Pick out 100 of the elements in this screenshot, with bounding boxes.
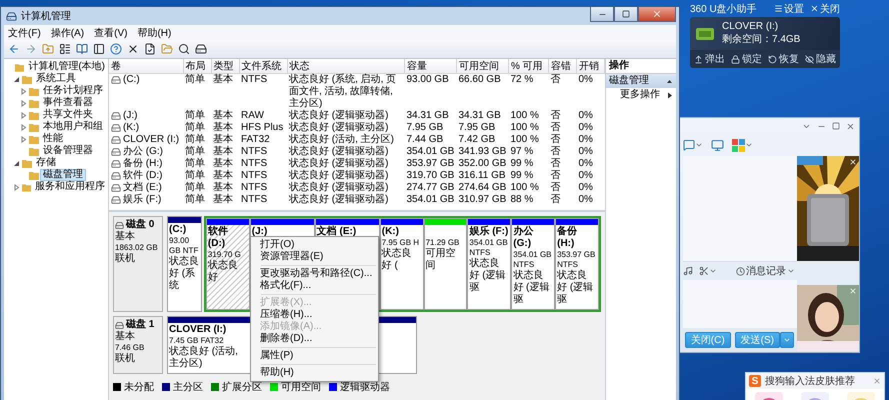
partition-size: 354.01 GB NTFS	[513, 250, 553, 270]
table-cell: 93.00 GB	[404, 74, 456, 110]
table-cell-text: NTFS	[240, 146, 268, 158]
partition-status: 状态良好 (逻辑驱	[557, 270, 594, 306]
table-cell-text: 否	[550, 158, 562, 170]
table-cell-text: NTFS	[240, 194, 268, 206]
table-cell: NTFS	[239, 74, 287, 110]
disk-status: 联机	[115, 353, 136, 365]
free-space: 剩余空间：7.4GB	[722, 34, 800, 46]
partition-name: CLOVER (I:)	[169, 324, 228, 336]
table-cell-text: FAT32	[240, 134, 271, 146]
table-cell-text: 100 %	[510, 182, 540, 194]
partition-size: 319.70 G	[208, 250, 242, 260]
table-cell-text: 基本	[212, 122, 234, 134]
table-cell-text: 基本	[212, 134, 234, 146]
table-cell-text: 0%	[578, 122, 594, 134]
table-cell-text: 否	[550, 194, 562, 206]
legend-label: 未分配	[124, 380, 154, 394]
table-cell-text: 软件 (D:)	[123, 170, 162, 182]
table-cell-text: 310.97 GB	[458, 194, 508, 206]
table-cell-text: 99 %	[510, 158, 534, 170]
table-cell-text: 简单	[184, 182, 206, 194]
table-cell-text: CLOVER (I:)	[123, 134, 180, 146]
partition-status: 状态良好 (	[382, 248, 413, 272]
table-cell: 66.60 GB	[456, 74, 508, 110]
table-cell-text: RAW	[240, 110, 264, 122]
table-cell-text: 基本	[212, 194, 234, 206]
table-cell-text: 0%	[578, 170, 594, 182]
disk-label: 磁盘 0	[126, 219, 154, 230]
table-cell-text: 简单	[184, 170, 206, 182]
table-cell-text: 基本	[212, 182, 234, 194]
widget-title: 360 U盘小助手	[690, 2, 757, 16]
popup-title: 搜狗输入法皮肤推荐	[765, 374, 855, 388]
partition-size: 354.01 GB NTFS	[469, 238, 509, 258]
table-cell-text: 341.93 GB	[458, 146, 508, 158]
table-cell-text: 基本	[212, 158, 234, 170]
table-cell-text: 状态良好 (逻辑驱动器)	[288, 170, 390, 182]
legend-label: 可用空间	[281, 381, 321, 394]
table-cell-text: NTFS	[240, 170, 268, 182]
partition-name: (K:)	[382, 226, 400, 238]
table-cell-text: 否	[550, 134, 562, 146]
table-cell-text: 0%	[578, 146, 594, 158]
table-cell-text: 100 %	[510, 110, 540, 122]
table-cell-text: 354.01 GB	[406, 194, 456, 206]
partition-status: 状态良好 (逻辑驱	[469, 258, 507, 294]
partition-status: 状态良好 (逻辑驱	[513, 270, 550, 306]
table-cell-text: 否	[550, 170, 562, 182]
partition-status: 可用空间	[426, 248, 457, 272]
table-cell-text: 7.44 GB	[406, 134, 444, 146]
table-cell: 0%	[576, 74, 604, 110]
table-cell-text: 0%	[578, 194, 594, 206]
logo: S	[749, 375, 761, 387]
partition-size: 93.00 GB NTF	[169, 236, 200, 256]
legend-label: 逻辑驱动器	[340, 381, 390, 394]
partition-name: 软件 (D:)	[208, 226, 229, 250]
table-cell-text: NTFS	[240, 182, 268, 194]
table-cell-text: 0%	[578, 158, 594, 170]
table-cell: 备份 (H:)	[123, 158, 162, 170]
table-cell-text: 基本	[212, 170, 234, 182]
table-cell-text: 0%	[578, 182, 594, 194]
table-cell-text: 文档 (E:)	[123, 182, 162, 194]
partition-name: (J:)	[252, 226, 268, 238]
partition-name: 文档 (E:)	[316, 226, 358, 238]
disk-status: 联机	[115, 253, 136, 265]
partition-name: (C:)	[169, 224, 188, 236]
table-cell-text: 0%	[578, 110, 594, 122]
partition-status: 状态良好 (系统	[169, 256, 200, 292]
window-title: 计算机管理	[21, 10, 71, 23]
table-cell-text: 状态良好 (逻辑驱动器)	[288, 122, 390, 134]
table-cell-text: 状态良好 (逻辑驱动器)	[288, 158, 390, 170]
table-cell-text: 基本	[212, 110, 234, 122]
table-cell-text: 316.11 GB	[458, 170, 507, 182]
disk-type: 基本	[115, 331, 136, 343]
table-cell: 否	[548, 74, 576, 110]
table-cell-text: 状态良好 (逻辑驱动器)	[288, 146, 390, 158]
table-cell-text: 88 %	[510, 194, 534, 206]
table-cell: 娱乐 (F:)	[123, 194, 162, 206]
table-cell: 办公 (G:)	[123, 146, 163, 158]
table-cell-text: 34.31 GB	[458, 110, 502, 122]
table-cell: 基本	[211, 74, 239, 110]
table-cell: (C:)	[123, 74, 140, 86]
disk-size: 7.46 GB	[115, 343, 146, 352]
table-cell-text: 100 %	[510, 122, 540, 134]
table-cell-text: 简单	[184, 110, 206, 122]
legend-label: 扩展分区	[222, 380, 262, 394]
table-cell: 状态良好 (系统, 启动, 页面文件, 活动, 故障转储, 主分区)	[287, 74, 404, 110]
partition-name: 备份 (H:)	[557, 226, 578, 250]
table-cell-text: 否	[550, 182, 562, 194]
table-cell-text: NTFS	[240, 158, 268, 170]
table-cell-text: 97 %	[510, 146, 534, 158]
table-cell-text: 354.01 GB	[406, 146, 456, 158]
table-cell-text: 100 %	[510, 134, 540, 146]
partition-size: 7.95 GB H	[382, 238, 420, 248]
table-cell-text: 否	[550, 110, 562, 122]
table-cell-text: 0%	[578, 134, 594, 146]
table-cell-text: 274.77 GB	[406, 182, 456, 194]
table-cell-text: 简单	[184, 134, 206, 146]
table-cell: 72 %	[508, 74, 548, 110]
table-cell-text: HFS Plus	[240, 122, 284, 134]
disk-type: 基本	[115, 231, 136, 243]
